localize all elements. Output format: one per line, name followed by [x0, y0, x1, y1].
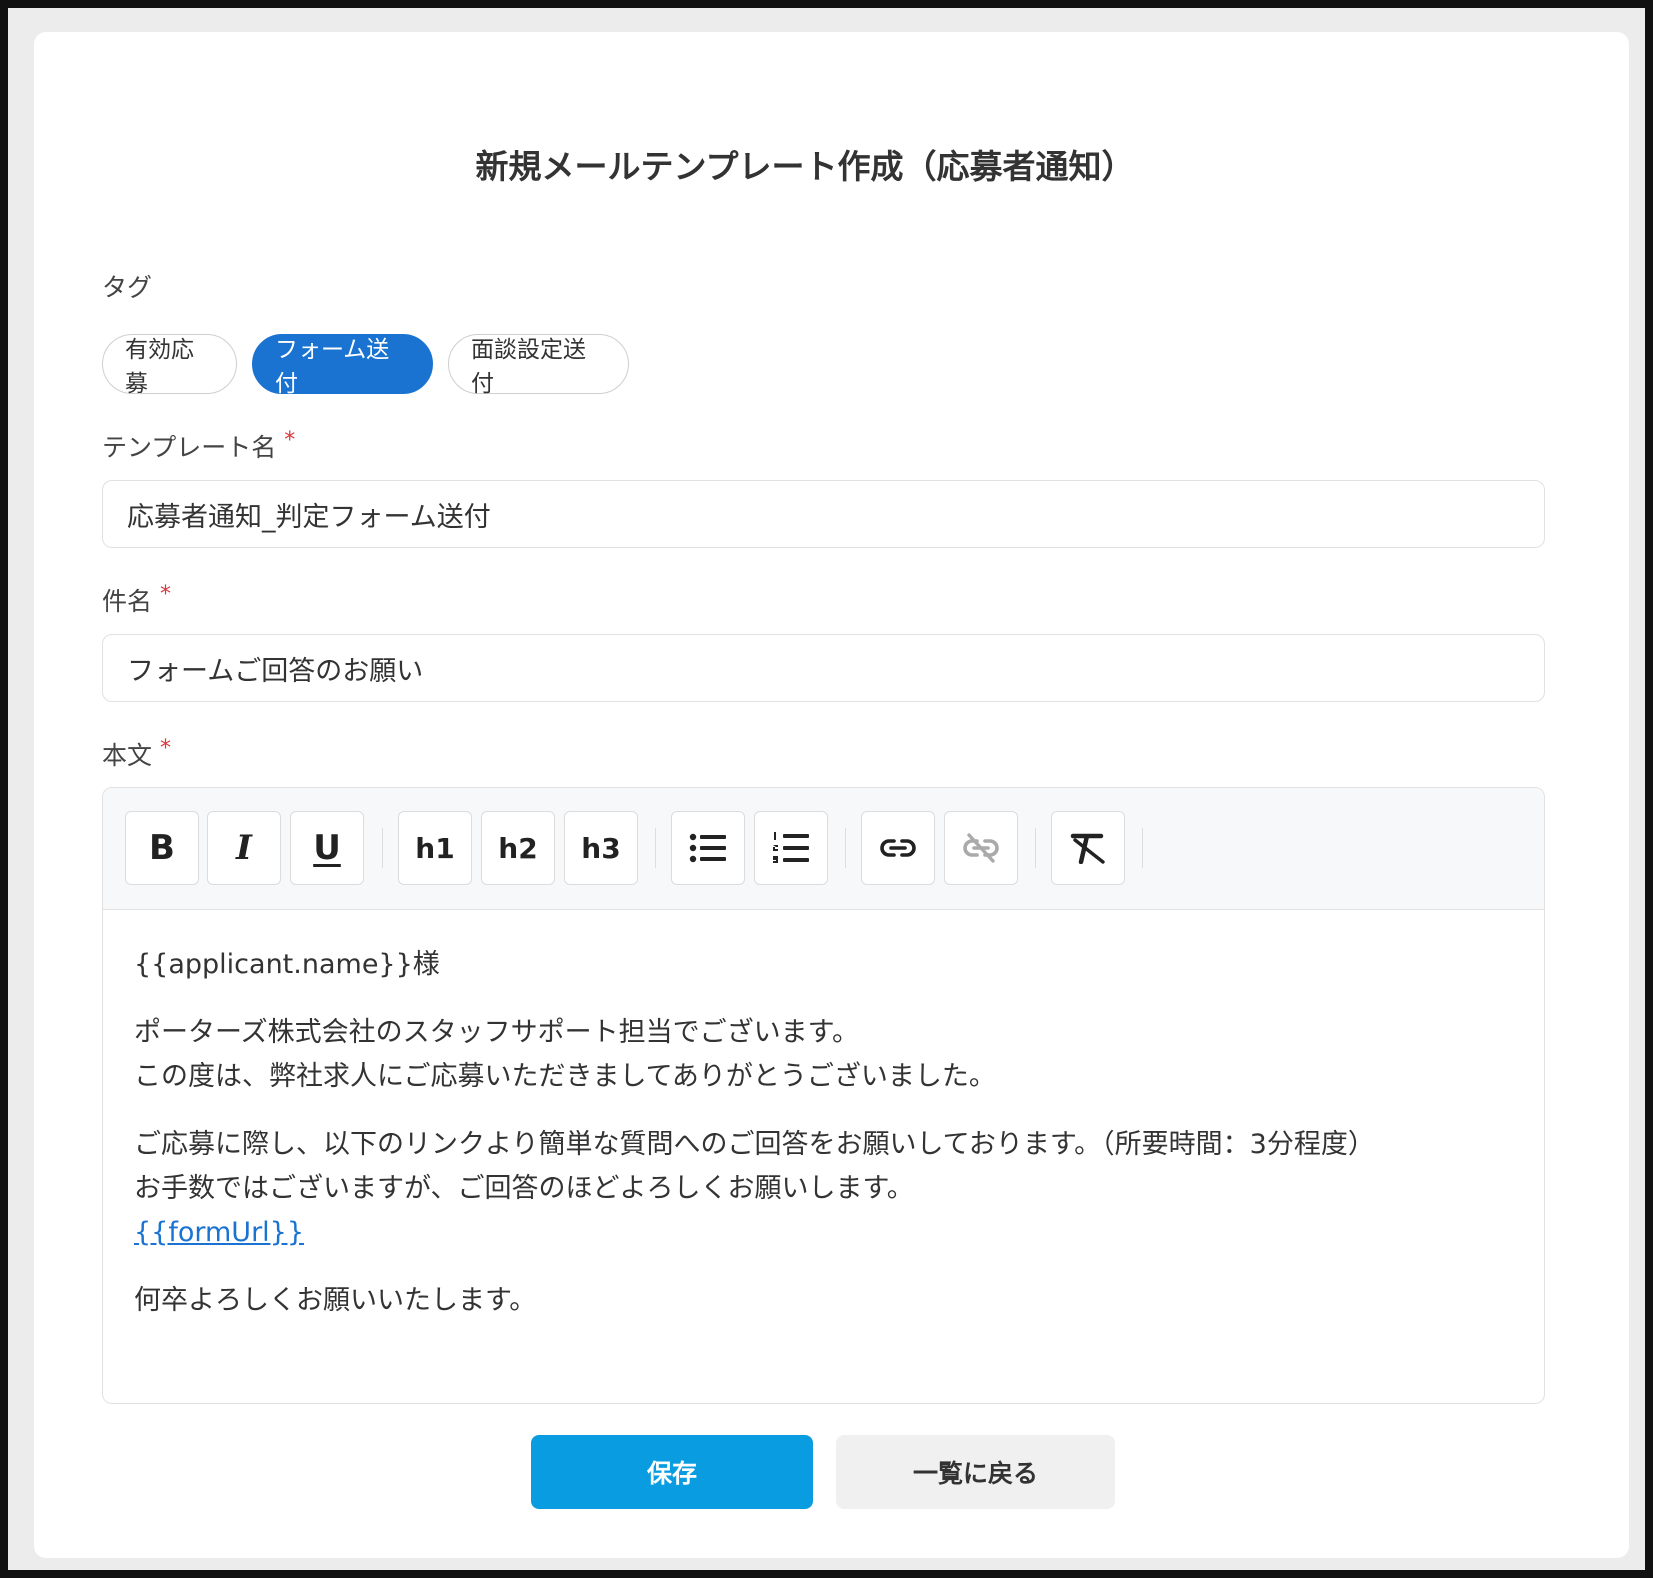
required-mark: * [160, 736, 172, 761]
bullet-list-icon [689, 833, 726, 863]
toolbar-divider [1142, 828, 1143, 868]
heading2-icon: h2 [498, 831, 538, 865]
form-url-link[interactable]: {{formUrl}} [134, 1217, 304, 1248]
toolbar-divider [1035, 828, 1036, 868]
subject-input[interactable]: フォームご回答のお願い [102, 634, 1545, 702]
toolbar-divider [382, 828, 383, 868]
bullet-list-button[interactable] [671, 811, 745, 885]
greeting-paragraph: {{applicant.name}}様 [134, 949, 440, 980]
template-name-label: テンプレート名 * [102, 428, 295, 464]
italic-button[interactable]: I [207, 811, 281, 885]
request-line-1: ご応募に際し、以下のリンクより簡単な質問へのご回答をお願いしております。（所要時… [134, 1129, 1375, 1160]
required-mark: * [284, 428, 296, 453]
request-line-2: お手数ではございますが、ご回答のほどよろしくお願いします。 [134, 1173, 914, 1204]
heading3-button[interactable]: h3 [564, 811, 638, 885]
numbered-list-icon [773, 832, 809, 863]
numbered-list-button[interactable] [754, 811, 828, 885]
template-name-value: 応募者通知_判定フォーム送付 [127, 501, 491, 533]
unlink-button[interactable] [944, 811, 1018, 885]
subject-label-text: 件名 [102, 587, 153, 616]
closing-paragraph: 何卒よろしくお願いいたします。 [134, 1285, 537, 1316]
intro-line-1: ポーターズ株式会社のスタッフサポート担当でございます。 [134, 1017, 859, 1048]
tag-yuko-oubo[interactable]: 有効応募 [102, 334, 237, 397]
body-label: 本文 * [102, 736, 171, 772]
save-button[interactable]: 保存 [531, 1435, 813, 1509]
underline-icon: U [313, 828, 341, 868]
back-to-list-button[interactable]: 一覧に戻る [836, 1435, 1115, 1509]
link-icon [880, 839, 916, 857]
request-paragraph: ご応募に際し、以下のリンクより簡単な質問へのご回答をお願いしております。（所要時… [134, 1123, 1513, 1255]
body-label-text: 本文 [102, 741, 153, 770]
editor-toolbar: B I U h1 h2 h3 [103, 788, 1544, 910]
subject-label: 件名 * [102, 582, 171, 618]
intro-line-2: この度は、弊社求人にご応募いただきましてありがとうございました。 [134, 1061, 996, 1092]
bold-button[interactable]: B [125, 811, 199, 885]
template-name-label-text: テンプレート名 [102, 433, 277, 462]
tags-label-text: タグ [102, 273, 153, 302]
heading3-icon: h3 [581, 831, 621, 865]
toolbar-divider [655, 828, 656, 868]
rich-text-editor: B I U h1 h2 h3 {{applicant.name}}様 ポーターズ… [102, 787, 1545, 1404]
link-button[interactable] [861, 811, 935, 885]
subject-value: フォームご回答のお願い [127, 655, 424, 687]
heading1-icon: h1 [415, 831, 455, 865]
tag-mendan-settei-sofu[interactable]: 面談設定送付 [448, 334, 629, 397]
page-title: 新規メールテンプレート作成（応募者通知） [475, 147, 1135, 186]
clear-format-icon [1070, 833, 1105, 864]
intro-paragraph: ポーターズ株式会社のスタッフサポート担当でございます。 この度は、弊社求人にご応… [134, 1011, 1513, 1099]
template-name-input[interactable]: 応募者通知_判定フォーム送付 [102, 480, 1545, 548]
tag-list: 有効応募 フォーム送付 面談設定送付 [102, 334, 629, 397]
tag-form-sofu[interactable]: フォーム送付 [252, 334, 433, 397]
toolbar-divider [845, 828, 846, 868]
bold-icon: B [149, 828, 175, 868]
required-mark: * [160, 582, 172, 607]
editor-content[interactable]: {{applicant.name}}様 ポーターズ株式会社のスタッフサポート担当… [134, 943, 1513, 1347]
unlink-icon [963, 833, 999, 863]
italic-icon: I [236, 828, 252, 868]
heading2-button[interactable]: h2 [481, 811, 555, 885]
clear-format-button[interactable] [1051, 811, 1125, 885]
heading1-button[interactable]: h1 [398, 811, 472, 885]
underline-button[interactable]: U [290, 811, 364, 885]
tags-label: タグ [102, 268, 152, 304]
